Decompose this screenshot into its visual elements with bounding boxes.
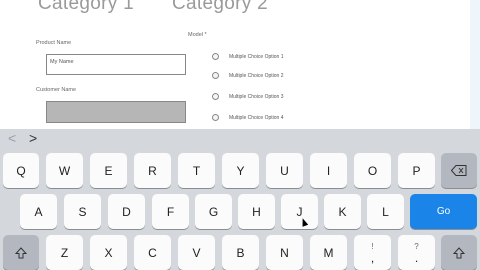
radio-button[interactable] [212, 72, 219, 79]
period-key-main: . [414, 250, 419, 265]
key-g[interactable]: G [195, 194, 232, 229]
key-w[interactable]: W [46, 153, 83, 188]
key-u[interactable]: U [266, 153, 303, 188]
key-i[interactable]: I [310, 153, 347, 188]
key-l[interactable]: L [367, 194, 404, 229]
key-b[interactable]: B [222, 235, 259, 270]
key-j[interactable]: J [281, 194, 318, 229]
key-z[interactable]: Z [46, 235, 83, 270]
key-x[interactable]: X [90, 235, 127, 270]
model-label: Model * [188, 32, 207, 38]
product-name-value: My Name [50, 59, 74, 65]
shift-key-right[interactable] [441, 235, 477, 270]
key-p[interactable]: P [398, 153, 435, 188]
tab-category-2[interactable]: Category 2 [172, 0, 268, 15]
key-s[interactable]: S [64, 194, 101, 229]
key-d[interactable]: D [108, 194, 145, 229]
option-label: Multiple Choice Option 2 [229, 73, 284, 79]
onscreen-keyboard: Q W E R T Y U I O P A S D F G H J K L Go… [0, 149, 480, 270]
key-n[interactable]: N [266, 235, 303, 270]
option-label: Multiple Choice Option 3 [229, 94, 284, 100]
shift-icon [453, 246, 465, 258]
form-area: Category 1 Category 2 Product Name My Na… [0, 0, 480, 129]
customer-name-label: Customer Name [36, 87, 77, 93]
next-field-button[interactable]: > [29, 130, 37, 146]
period-key-alt: ? [414, 241, 419, 251]
shift-key[interactable] [3, 235, 39, 270]
backspace-icon [451, 165, 467, 176]
tab-category-1[interactable]: Category 1 [38, 0, 134, 15]
key-f[interactable]: F [152, 194, 189, 229]
scroll-edge [470, 0, 480, 129]
key-e[interactable]: E [90, 153, 127, 188]
shift-icon [15, 246, 27, 258]
key-v[interactable]: V [178, 235, 215, 270]
customer-name-input[interactable] [46, 101, 186, 123]
key-q[interactable]: Q [3, 153, 39, 188]
radio-button[interactable] [212, 93, 219, 100]
comma-key-alt: ! [371, 241, 374, 251]
product-name-label: Product Name [36, 40, 72, 46]
option-label: Multiple Choice Option 4 [229, 115, 284, 121]
go-key[interactable]: Go [410, 194, 477, 229]
period-key[interactable]: ? . [398, 235, 435, 270]
comma-key-main: , [370, 250, 375, 265]
key-o[interactable]: O [354, 153, 391, 188]
key-c[interactable]: C [134, 235, 171, 270]
radio-button[interactable] [212, 114, 219, 121]
key-m[interactable]: M [310, 235, 347, 270]
input-accessory-bar: < > [0, 129, 480, 149]
previous-field-button[interactable]: < [8, 130, 16, 146]
key-h[interactable]: H [238, 194, 275, 229]
radio-button[interactable] [212, 53, 219, 60]
comma-key[interactable]: ! , [354, 235, 391, 270]
key-y[interactable]: Y [222, 153, 259, 188]
option-label: Multiple Choice Option 1 [229, 54, 284, 60]
product-name-input[interactable]: My Name [46, 54, 186, 75]
key-a[interactable]: A [20, 194, 57, 229]
key-k[interactable]: K [324, 194, 361, 229]
key-r[interactable]: R [134, 153, 171, 188]
key-t[interactable]: T [178, 153, 215, 188]
delete-key[interactable] [441, 153, 477, 188]
